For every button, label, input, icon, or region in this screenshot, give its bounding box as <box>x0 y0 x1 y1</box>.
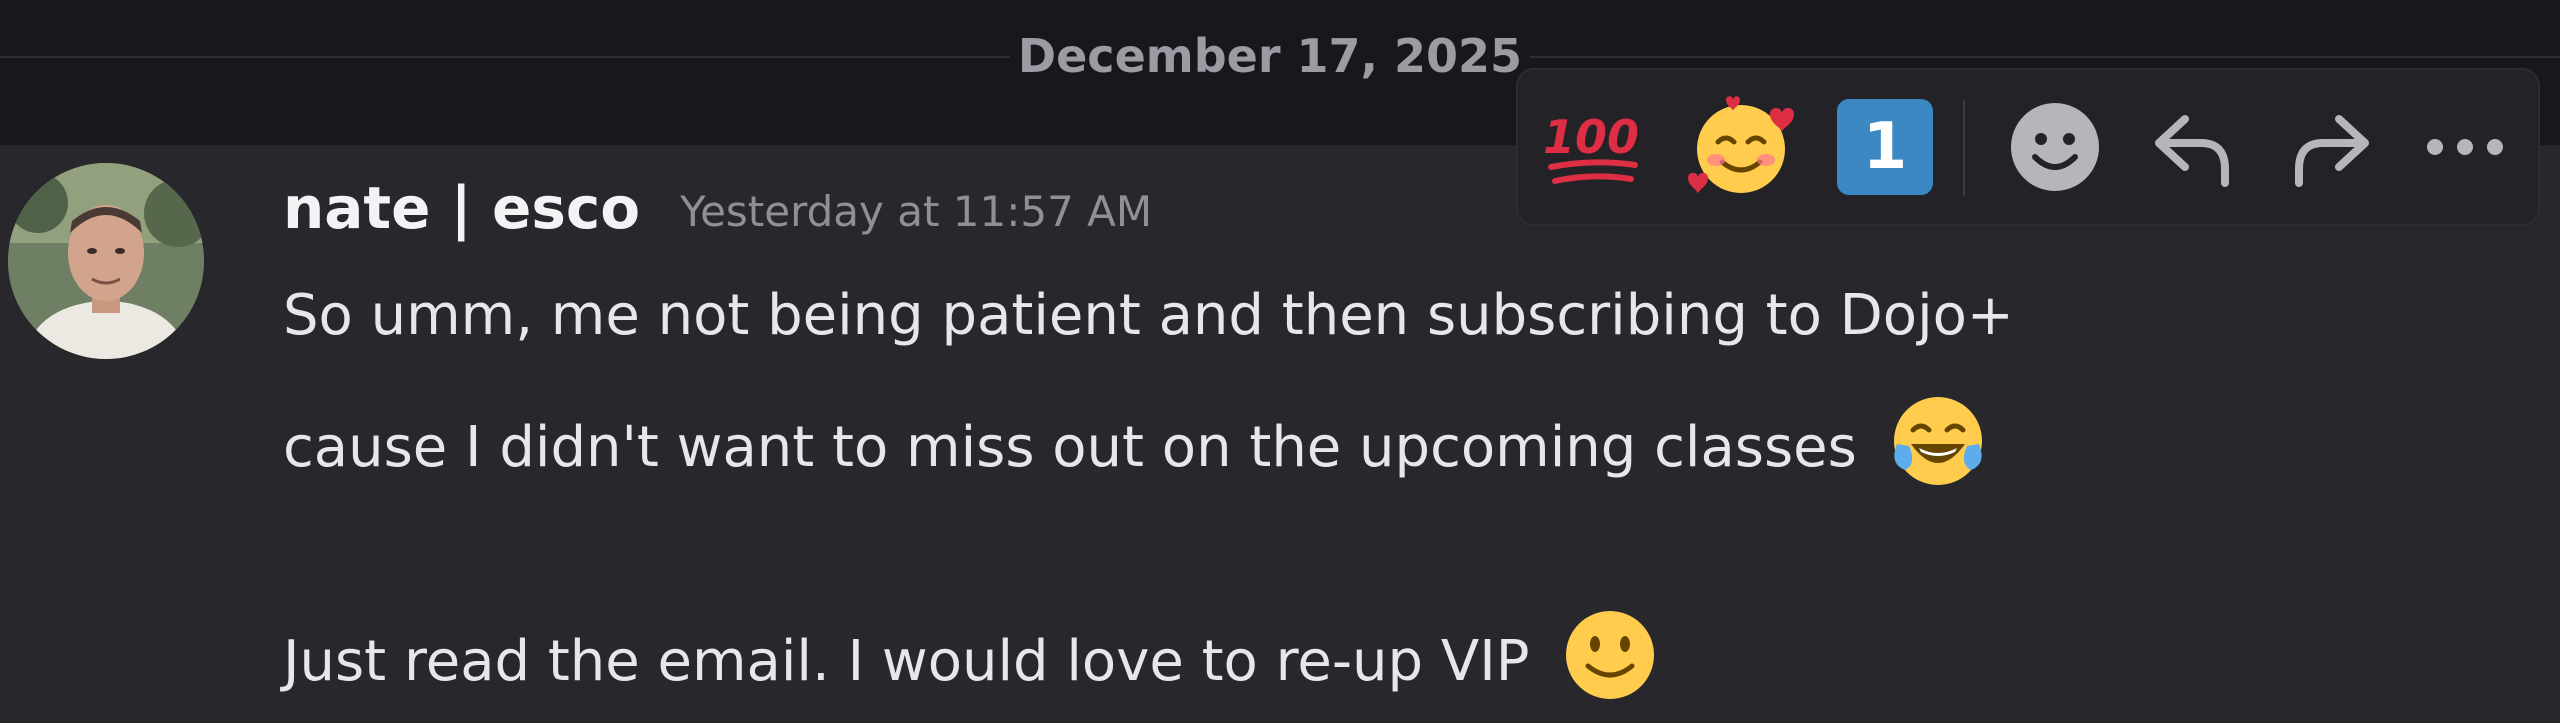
toolbar-separator <box>1963 100 1965 196</box>
more-options-icon <box>2427 139 2503 155</box>
reply-button[interactable] <box>2138 92 2248 202</box>
quick-reaction-hundred-button[interactable]: 100 <box>1538 92 1648 202</box>
message-text-line: Just read the email. I would love to re-… <box>283 600 1665 723</box>
date-divider-label: December 17, 2025 <box>1017 29 1523 83</box>
message-text-line: cause I didn't want to miss out on the u… <box>283 386 1993 516</box>
date-divider-line-left <box>0 56 1010 58</box>
forward-icon <box>2295 115 2369 187</box>
hundred-points-icon: 100 <box>1543 110 1639 184</box>
avatar[interactable] <box>8 163 204 359</box>
forward-button[interactable] <box>2276 92 2386 202</box>
message-text: So umm, me not being patient and then su… <box>283 283 2014 348</box>
message-hover-toolbar: 100 1 <box>1516 68 2540 226</box>
more-options-button[interactable] <box>2410 92 2520 202</box>
slightly-smiling-face-emoji-icon <box>1555 600 1665 723</box>
tears-of-joy-emoji-icon <box>1883 386 1993 516</box>
quick-reaction-hearts-button[interactable] <box>1686 92 1796 202</box>
chat-view: December 17, 2025 nate | esco Yesterday … <box>0 0 2560 723</box>
avatar-photo <box>8 163 204 359</box>
author-name[interactable]: nate | esco <box>283 170 640 246</box>
smiling-face-with-hearts-icon <box>1688 96 1794 194</box>
message-timestamp[interactable]: Yesterday at 11:57 AM <box>680 182 1152 242</box>
svg-text:100: 100 <box>1543 110 1639 164</box>
message-text-line: So umm, me not being patient and then su… <box>283 278 2014 354</box>
reply-icon <box>2155 115 2229 187</box>
message-text: cause I didn't want to miss out on the u… <box>283 415 1857 481</box>
keycap-one-icon: 1 <box>1837 99 1933 195</box>
quick-reaction-keycap-button[interactable]: 1 <box>1830 92 1940 202</box>
date-divider-line-right <box>1530 56 2560 58</box>
message-text: Just read the email. I would love to re-… <box>283 629 1530 695</box>
add-reaction-button[interactable] <box>2000 92 2110 202</box>
add-reaction-icon <box>2011 103 2099 191</box>
